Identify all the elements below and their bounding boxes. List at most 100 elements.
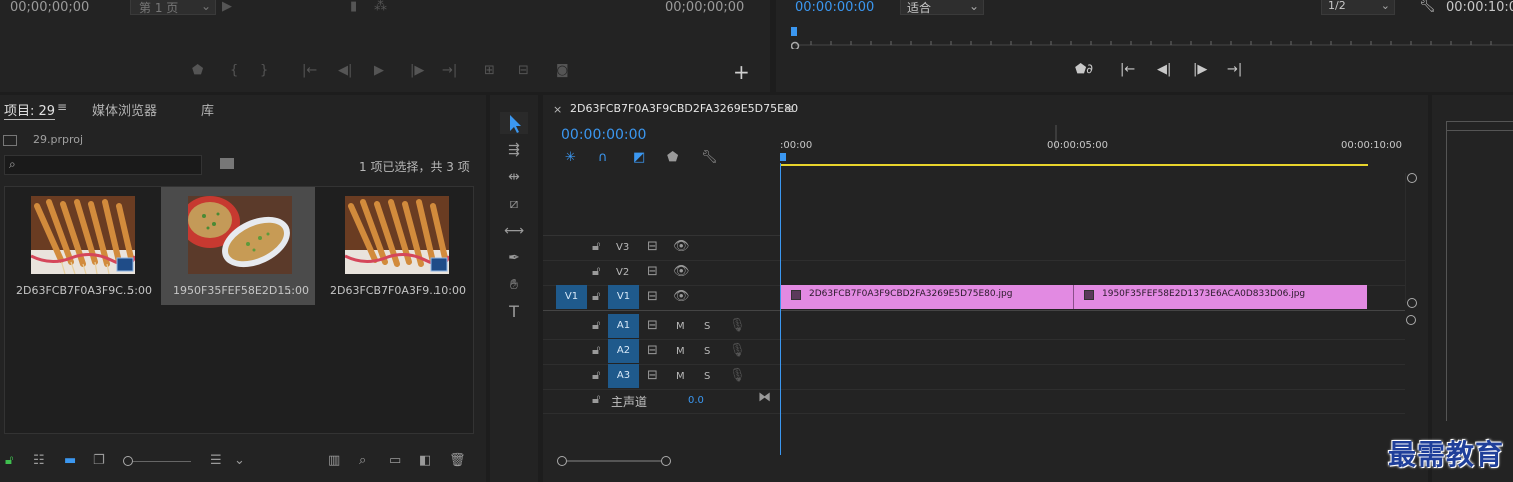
- pen-tool[interactable]: ✒︎: [500, 251, 528, 273]
- sync-lock-icon[interactable]: ⊟: [647, 290, 658, 304]
- timeline-timecode[interactable]: 00:00:00:00: [561, 127, 646, 143]
- mark-out-icon[interactable]: }: [260, 64, 268, 78]
- resolution-select[interactable]: 1/2 ⌄: [1321, 0, 1395, 15]
- new-bin-search-icon[interactable]: [220, 158, 234, 169]
- lock-icon[interactable]: 🔓︎: [592, 240, 600, 254]
- master-volume[interactable]: 0.0: [688, 395, 704, 406]
- track-target-v1[interactable]: V1: [608, 285, 639, 309]
- track-label-v2[interactable]: V2: [616, 267, 629, 278]
- add-button[interactable]: +: [733, 60, 750, 84]
- program-ruler[interactable]: [791, 27, 1513, 49]
- microphone-icon[interactable]: 🎙︎: [729, 319, 746, 333]
- go-to-out-icon[interactable]: →|: [1227, 63, 1242, 77]
- overwrite-icon[interactable]: ⊟: [518, 64, 529, 78]
- audio-wave-icon[interactable]: ⁂: [374, 0, 387, 14]
- playhead[interactable]: [780, 163, 781, 455]
- project-item[interactable]: 2D63FCB7F0A3F9C... 5:00: [4, 187, 158, 305]
- eye-icon[interactable]: 👁︎: [673, 240, 690, 254]
- microphone-icon[interactable]: 🎙︎: [729, 344, 746, 358]
- panel-menu-icon[interactable]: ≡: [784, 102, 794, 116]
- timeline-zoom-scrollbar[interactable]: [557, 456, 671, 466]
- add-marker-icon[interactable]: ⬟: [667, 151, 678, 165]
- track-select-tool[interactable]: ⇶: [500, 143, 528, 165]
- clip-2[interactable]: 1950F35FEF58E2D1373E6ACA0D833D06.jpg: [1074, 285, 1367, 309]
- sync-lock-icon[interactable]: ⊟: [647, 344, 658, 358]
- marker-icon[interactable]: ⬟: [192, 64, 203, 78]
- mute-button[interactable]: M: [676, 321, 685, 332]
- list-view-icon[interactable]: ☷: [33, 454, 45, 468]
- source-timecode[interactable]: 00;00;00;00: [10, 0, 89, 15]
- go-to-out-icon[interactable]: →|: [442, 64, 457, 78]
- sequence-tab[interactable]: 2D63FCB7F0A3F9CBD2FA3269E5D75E80: [570, 102, 798, 115]
- new-item-icon[interactable]: ◧: [419, 454, 431, 468]
- play-small-icon[interactable]: ▶: [222, 0, 232, 14]
- clip-1[interactable]: 2D63FCB7F0A3F9CBD2FA3269E5D75E80.jpg: [781, 285, 1074, 309]
- audio-scrollbar[interactable]: [1405, 315, 1417, 435]
- hand-tool[interactable]: ✋︎: [500, 278, 528, 300]
- panel-menu-icon[interactable]: ≡: [57, 100, 67, 114]
- track-target-a1[interactable]: A1: [608, 314, 639, 338]
- slip-tool[interactable]: ⟷: [500, 224, 528, 246]
- sync-lock-icon[interactable]: ⊟: [647, 319, 658, 333]
- eye-icon[interactable]: 👁︎: [673, 265, 690, 279]
- step-back-icon[interactable]: ◀|: [1157, 63, 1171, 77]
- insert-icon[interactable]: ⊞: [484, 64, 495, 78]
- sync-lock-icon[interactable]: ⊟: [647, 240, 658, 254]
- lock-icon[interactable]: 🔓︎: [592, 319, 600, 333]
- go-to-in-icon[interactable]: |←: [1120, 63, 1135, 77]
- source-patch-v1[interactable]: V1: [556, 285, 587, 309]
- step-forward-icon[interactable]: |▶: [1193, 63, 1207, 77]
- icon-view-icon[interactable]: ▬: [64, 454, 76, 468]
- project-item[interactable]: 2D63FCB7F0A3F9... 10:00: [318, 187, 472, 305]
- solo-button[interactable]: S: [704, 346, 710, 357]
- camera-icon[interactable]: ◙: [556, 64, 569, 78]
- mute-button[interactable]: M: [676, 371, 685, 382]
- trash-icon[interactable]: 🗑︎: [449, 454, 466, 468]
- step-back-icon[interactable]: ◀|: [338, 64, 352, 78]
- zoom-slider-handle[interactable]: [123, 456, 133, 466]
- track-label-v3[interactable]: V3: [616, 242, 629, 253]
- zoom-slider-track[interactable]: [133, 461, 191, 462]
- search-input[interactable]: ⌕: [4, 155, 202, 175]
- nest-icon[interactable]: ✳︎: [565, 151, 576, 165]
- automate-sequence-icon[interactable]: ▥: [328, 454, 340, 468]
- go-to-in-icon[interactable]: |←: [302, 64, 317, 78]
- type-tool[interactable]: T: [500, 304, 528, 327]
- lock-icon[interactable]: 🔓︎: [592, 393, 600, 407]
- tab-library[interactable]: 库: [201, 100, 214, 119]
- lock-icon[interactable]: 🔓︎: [592, 290, 600, 304]
- program-timecode[interactable]: 00:00:00:00: [795, 0, 874, 15]
- lock-icon[interactable]: 🔓︎: [592, 265, 600, 279]
- wrench-icon[interactable]: 🔧︎: [701, 151, 718, 165]
- clipboard-icon[interactable]: ▮: [350, 0, 357, 14]
- razor-tool[interactable]: ⧄: [500, 197, 528, 219]
- video-scrollbar[interactable]: [1405, 173, 1417, 308]
- sort-icon[interactable]: ☰: [210, 454, 222, 468]
- new-bin-icon[interactable]: ▭: [389, 454, 401, 468]
- find-icon[interactable]: ⌕: [359, 454, 366, 468]
- play-icon[interactable]: ▶: [374, 64, 384, 78]
- lock-icon[interactable]: 🔓︎: [5, 454, 13, 468]
- step-forward-icon[interactable]: |▶: [410, 64, 424, 78]
- track-target-a2[interactable]: A2: [608, 339, 639, 363]
- sync-lock-icon[interactable]: ⊟: [647, 369, 658, 383]
- go-to-end-icon[interactable]: ⧓: [758, 391, 771, 405]
- selection-tool[interactable]: [500, 112, 528, 134]
- lock-icon[interactable]: 🔓︎: [592, 344, 600, 358]
- linked-selection-icon[interactable]: ◩: [633, 151, 645, 165]
- sync-lock-icon[interactable]: ⊟: [647, 265, 658, 279]
- eye-icon[interactable]: 👁︎: [673, 290, 690, 304]
- mute-button[interactable]: M: [676, 346, 685, 357]
- ripple-edit-tool[interactable]: ⇹: [500, 170, 528, 192]
- tab-project[interactable]: 项目: 29: [4, 100, 56, 120]
- lock-icon[interactable]: 🔓︎: [592, 369, 600, 383]
- mark-in-icon[interactable]: {: [230, 64, 238, 78]
- project-item[interactable]: 1950F35FEF58E2D1... 5:00: [161, 187, 315, 305]
- chevron-down-icon[interactable]: ⌄: [234, 454, 245, 468]
- solo-button[interactable]: S: [704, 321, 710, 332]
- freeform-view-icon[interactable]: ❐: [93, 454, 105, 468]
- wrench-icon[interactable]: 🔧︎: [1419, 0, 1436, 14]
- microphone-icon[interactable]: 🎙︎: [729, 369, 746, 383]
- close-tab-button[interactable]: ×: [553, 103, 562, 116]
- tab-media-browser[interactable]: 媒体浏览器: [92, 100, 157, 119]
